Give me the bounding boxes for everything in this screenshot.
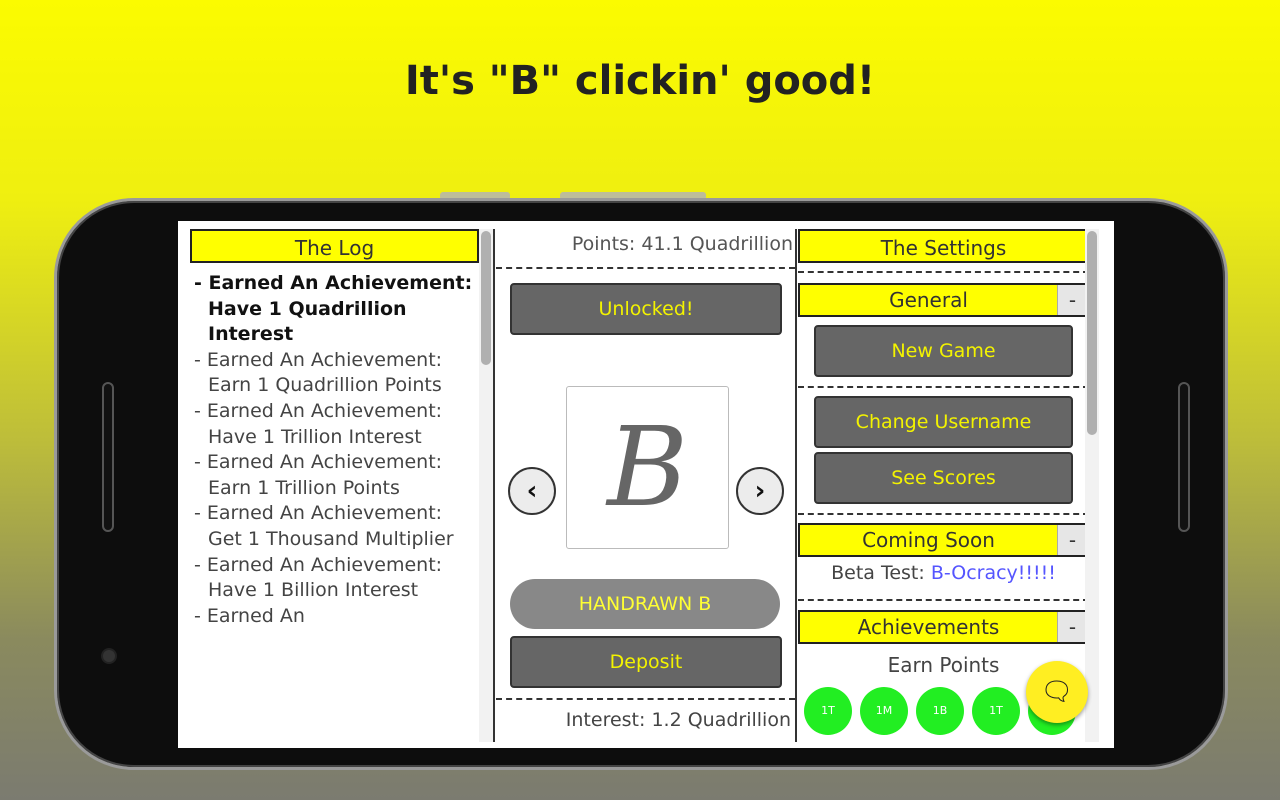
beta-prefix: Beta Test: <box>831 562 931 584</box>
settings-scrollbar[interactable] <box>1085 229 1099 742</box>
beta-test-text: Beta Test: B-Ocracy!!!!! <box>798 562 1089 584</box>
deposit-button[interactable]: Deposit <box>510 636 782 688</box>
skin-name-pill[interactable]: HANDRAWN B <box>510 579 780 629</box>
collapse-icon[interactable]: - <box>1057 285 1087 315</box>
headline: It's "B" clickin' good! <box>404 58 876 104</box>
general-section-header[interactable]: General - <box>798 283 1089 317</box>
b-clicker-card[interactable]: B <box>566 386 729 549</box>
b-glyph: B <box>607 403 688 531</box>
clicker-panel: Points: 41.1 Quadrillion Unlocked! B ‹ ›… <box>496 229 797 742</box>
coming-soon-title: Coming Soon <box>800 525 1057 555</box>
collapse-icon[interactable]: - <box>1057 525 1087 555</box>
log-entry: - Earned An Achievement: Have 1 Trillion… <box>194 399 443 448</box>
achievement-badge[interactable]: 1B <box>916 687 964 735</box>
settings-title: The Settings <box>798 229 1089 263</box>
achievement-badge[interactable]: 1T <box>804 687 852 735</box>
beta-link[interactable]: B-Ocracy!!!!! <box>931 562 1056 584</box>
see-scores-button[interactable]: See Scores <box>814 452 1073 504</box>
log-scrollbar[interactable] <box>479 229 493 742</box>
divider <box>798 599 1089 601</box>
achievements-section-header[interactable]: Achievements - <box>798 610 1089 644</box>
general-title: General <box>800 285 1057 315</box>
divider <box>798 513 1089 515</box>
log-title: The Log <box>190 229 479 263</box>
achievement-badge[interactable]: 1T <box>972 687 1020 735</box>
achievements-title: Achievements <box>800 612 1057 642</box>
right-speaker <box>1178 382 1190 532</box>
log-entry: - Earned An Achievement: Have 1 Quadrill… <box>194 272 473 346</box>
chat-icon[interactable]: 🗨 <box>1026 661 1088 723</box>
log-scroll-thumb[interactable] <box>481 231 491 365</box>
log-list[interactable]: - Earned An Achievement: Have 1 Quadrill… <box>190 265 479 742</box>
divider <box>798 271 1089 273</box>
points-display: Points: 41.1 Quadrillion <box>496 229 795 269</box>
app-screen: The Log - Earned An Achievement: Have 1 … <box>178 221 1114 748</box>
log-panel: The Log - Earned An Achievement: Have 1 … <box>190 229 495 742</box>
settings-scroll-thumb[interactable] <box>1087 231 1097 435</box>
interest-display: Interest: 1.2 Quadrillion <box>496 698 795 742</box>
log-entry: - Earned An Achievement: Have 1 Billion … <box>194 553 443 602</box>
log-entry: - Earned An <box>194 604 305 627</box>
log-entry: - Earned An Achievement: Get 1 Thousand … <box>194 502 454 550</box>
log-entry: - Earned An Achievement: Earn 1 Quadrill… <box>194 348 443 397</box>
unlocked-button[interactable]: Unlocked! <box>510 283 782 335</box>
change-username-button[interactable]: Change Username <box>814 396 1073 448</box>
collapse-icon[interactable]: - <box>1057 612 1087 642</box>
front-camera <box>101 648 117 664</box>
chevron-left-icon[interactable]: ‹ <box>508 467 556 515</box>
divider <box>798 386 1089 388</box>
new-game-button[interactable]: New Game <box>814 325 1073 377</box>
left-speaker <box>102 382 114 532</box>
log-entry: - Earned An Achievement: Earn 1 Trillion… <box>194 451 443 499</box>
achievement-badge[interactable]: 1M <box>860 687 908 735</box>
chevron-right-icon[interactable]: › <box>736 467 784 515</box>
coming-soon-section-header[interactable]: Coming Soon - <box>798 523 1089 557</box>
